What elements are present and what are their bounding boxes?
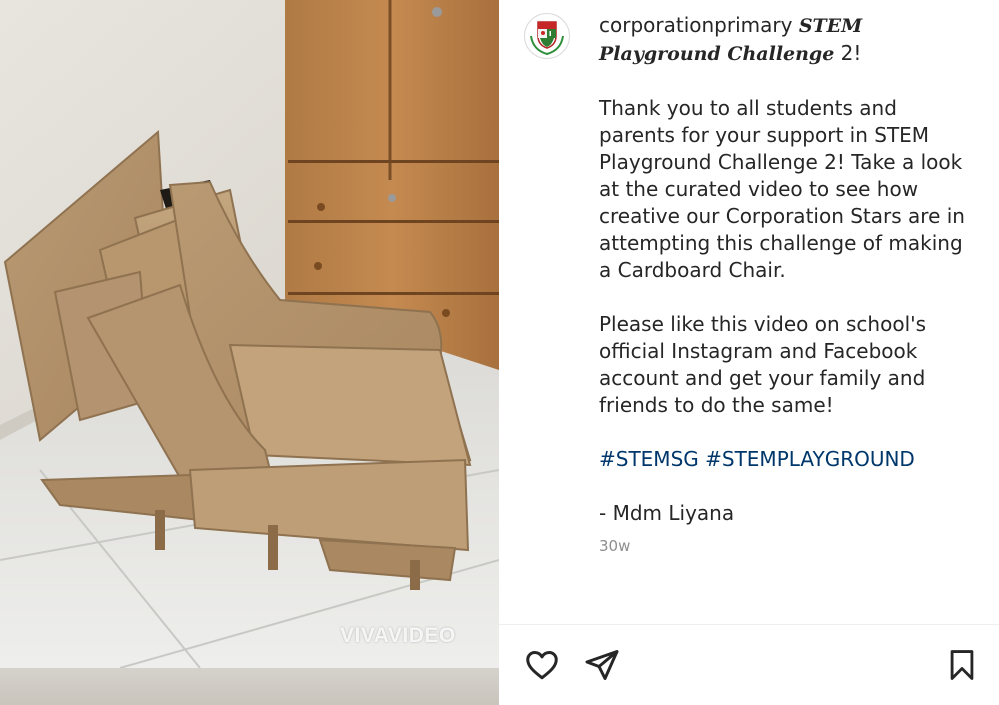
save-button[interactable] [942, 645, 982, 685]
post-panel: corporationprimary STEM Playground Chall… [499, 0, 999, 705]
hashtag-list: #STEMSG #STEMPLAYGROUND [599, 446, 969, 473]
caption-paragraph-1: Thank you to all students and parents fo… [599, 96, 965, 282]
video-progress-strip [0, 668, 499, 705]
cardboard-chair-photo [0, 0, 499, 668]
video-frame[interactable]: VIVAVIDEO [0, 0, 499, 668]
heart-outline-icon [526, 651, 558, 680]
action-bar [499, 625, 999, 705]
caption-signoff: - Mdm Liyana [599, 501, 735, 525]
paper-plane-icon [585, 650, 619, 680]
username-link[interactable]: corporationprimary [599, 13, 792, 37]
caption-paragraph-2: Please like this video on school's offic… [599, 312, 927, 417]
vivavideo-watermark: VIVAVIDEO [340, 624, 456, 647]
post-media[interactable]: VIVAVIDEO [0, 0, 499, 705]
post-timestamp[interactable]: 30w [599, 533, 969, 560]
caption-title-suffix: 2! [834, 41, 862, 65]
profile-avatar[interactable] [524, 13, 570, 59]
share-button[interactable] [582, 645, 622, 685]
bookmark-outline-icon [950, 650, 974, 680]
like-button[interactable] [522, 645, 562, 685]
post-caption: corporationprimary STEM Playground Chall… [599, 12, 969, 560]
school-crest-icon [526, 15, 568, 57]
hashtag-link[interactable]: #STEMSG [599, 447, 699, 471]
hashtag-link[interactable]: #STEMPLAYGROUND [705, 447, 915, 471]
